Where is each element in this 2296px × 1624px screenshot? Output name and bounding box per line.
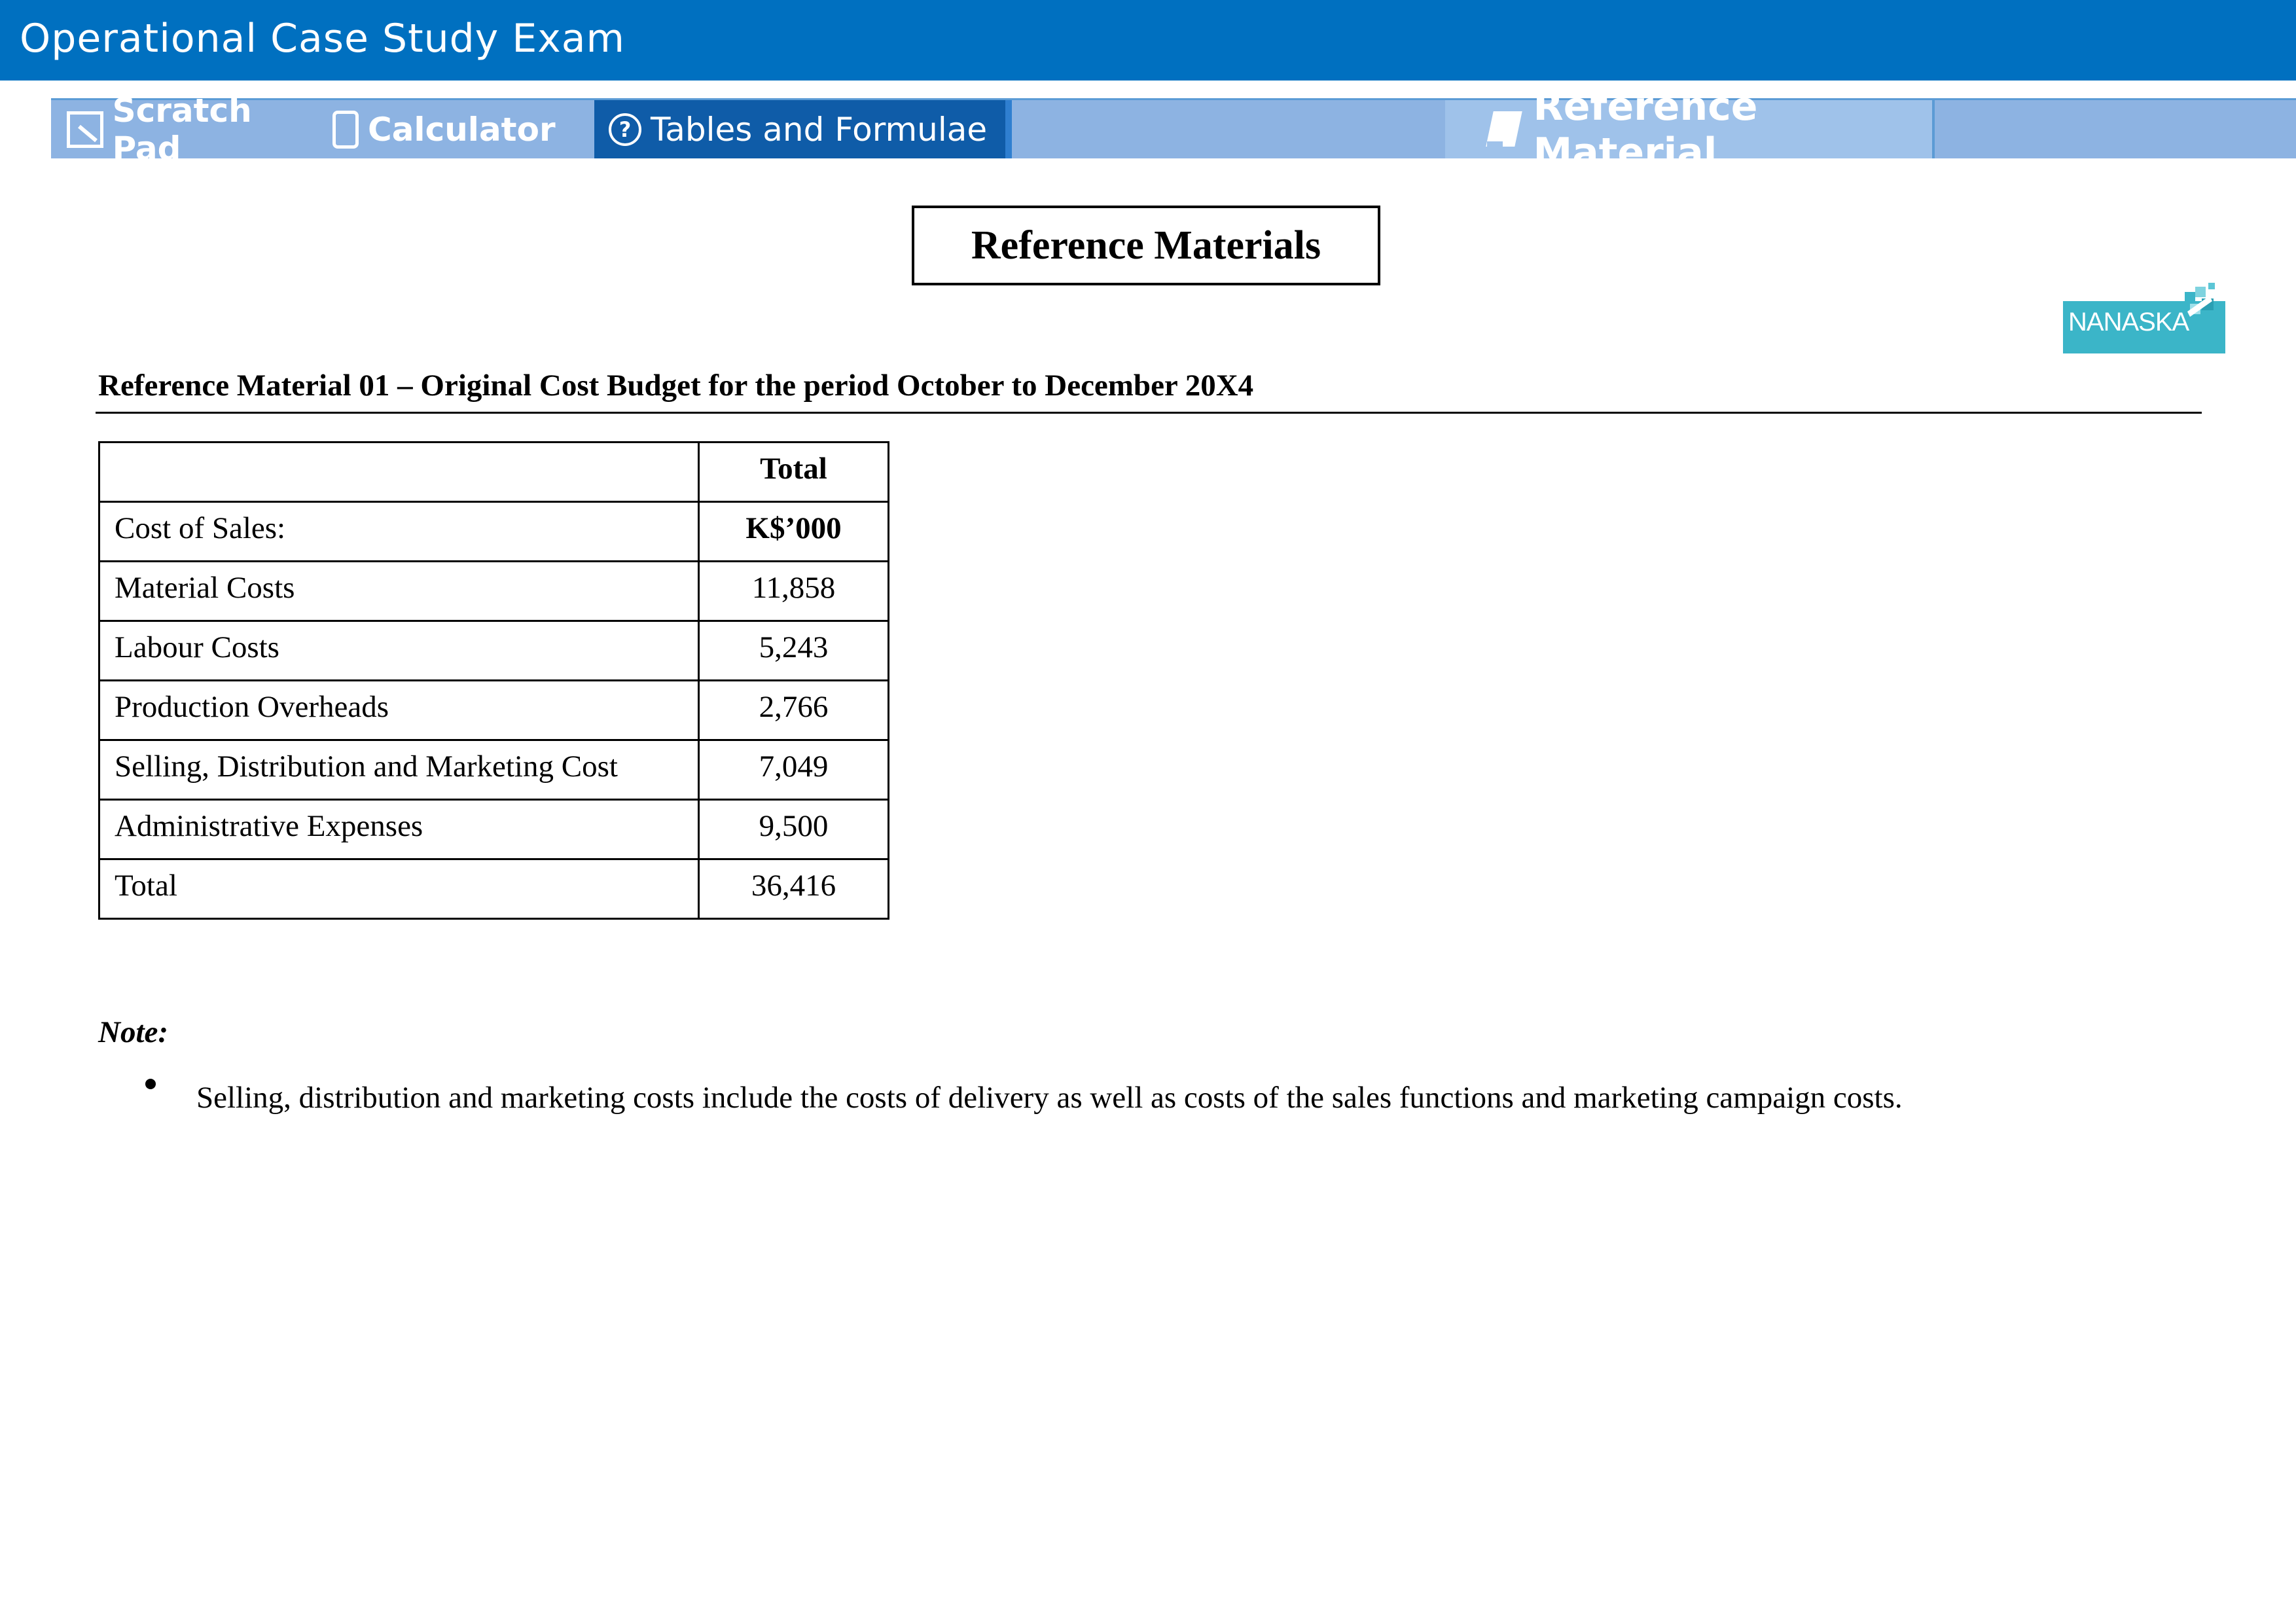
reference-material-button[interactable]: Reference Material — [1445, 84, 1935, 175]
table-row-total: Total 36,416 — [98, 858, 889, 920]
help-icon: ? — [609, 113, 641, 146]
tables-formulae-label: Tables and Formulae — [651, 110, 988, 149]
table-header-row: Total — [98, 441, 889, 503]
row-label: Total — [98, 858, 700, 920]
row-label: Production Overheads — [98, 679, 700, 741]
scratch-pad-button[interactable]: Scratch Pad — [55, 92, 330, 168]
page-heading-text: Reference Materials — [971, 223, 1321, 268]
row-label: Labour Costs — [98, 620, 700, 681]
calculator-label: Calculator — [368, 110, 556, 149]
row-value: K$’000 — [698, 501, 889, 562]
row-value: 5,243 — [698, 620, 889, 681]
reference-icon — [1484, 109, 1524, 151]
table-row: Cost of Sales: K$’000 — [98, 501, 889, 562]
row-value: 11,858 — [698, 560, 889, 622]
toolbar: Scratch Pad Calculator ? Tables and Form… — [51, 84, 2296, 175]
calculator-button[interactable]: Calculator — [326, 100, 605, 158]
row-value: 2,766 — [698, 679, 889, 741]
logo-text: NANASKA — [2068, 308, 2189, 336]
row-value: 7,049 — [698, 739, 889, 801]
nanaska-logo: NANASKA — [2063, 274, 2225, 353]
note-label: Note: — [98, 1015, 169, 1049]
table-row: Selling, Distribution and Marketing Cost… — [98, 739, 889, 801]
calculator-icon — [332, 110, 359, 149]
table-row: Production Overheads 2,766 — [98, 679, 889, 741]
table-row: Material Costs 11,858 — [98, 560, 889, 622]
row-value: 9,500 — [698, 799, 889, 860]
tables-formulae-button[interactable]: ? Tables and Formulae — [594, 100, 1012, 158]
row-label: Selling, Distribution and Marketing Cost — [98, 739, 700, 801]
table-row: Labour Costs 5,243 — [98, 620, 889, 681]
row-value: 36,416 — [698, 858, 889, 920]
row-label: Material Costs — [98, 560, 700, 622]
section-divider — [96, 412, 2202, 414]
page-heading: Reference Materials — [912, 206, 1380, 285]
scratch-pad-icon — [67, 111, 103, 148]
logo-mark-icon — [2185, 283, 2215, 317]
cost-budget-table: Total Cost of Sales: K$’000 Material Cos… — [98, 441, 889, 920]
table-header-blank — [98, 441, 700, 503]
scratch-pad-label: Scratch Pad — [112, 91, 252, 168]
table-header-total: Total — [698, 441, 889, 503]
row-label: Administrative Expenses — [98, 799, 700, 860]
bullet-icon — [145, 1079, 156, 1089]
app-title: Operational Case Study Exam — [20, 16, 625, 62]
reference-material-label: Reference Material — [1533, 83, 1758, 175]
section-title: Reference Material 01 – Original Cost Bu… — [98, 369, 1254, 403]
title-bar: Operational Case Study Exam — [0, 0, 2296, 81]
table-row: Administrative Expenses 9,500 — [98, 799, 889, 860]
note-item: Selling, distribution and marketing cost… — [196, 1081, 1903, 1115]
row-label: Cost of Sales: — [98, 501, 700, 562]
